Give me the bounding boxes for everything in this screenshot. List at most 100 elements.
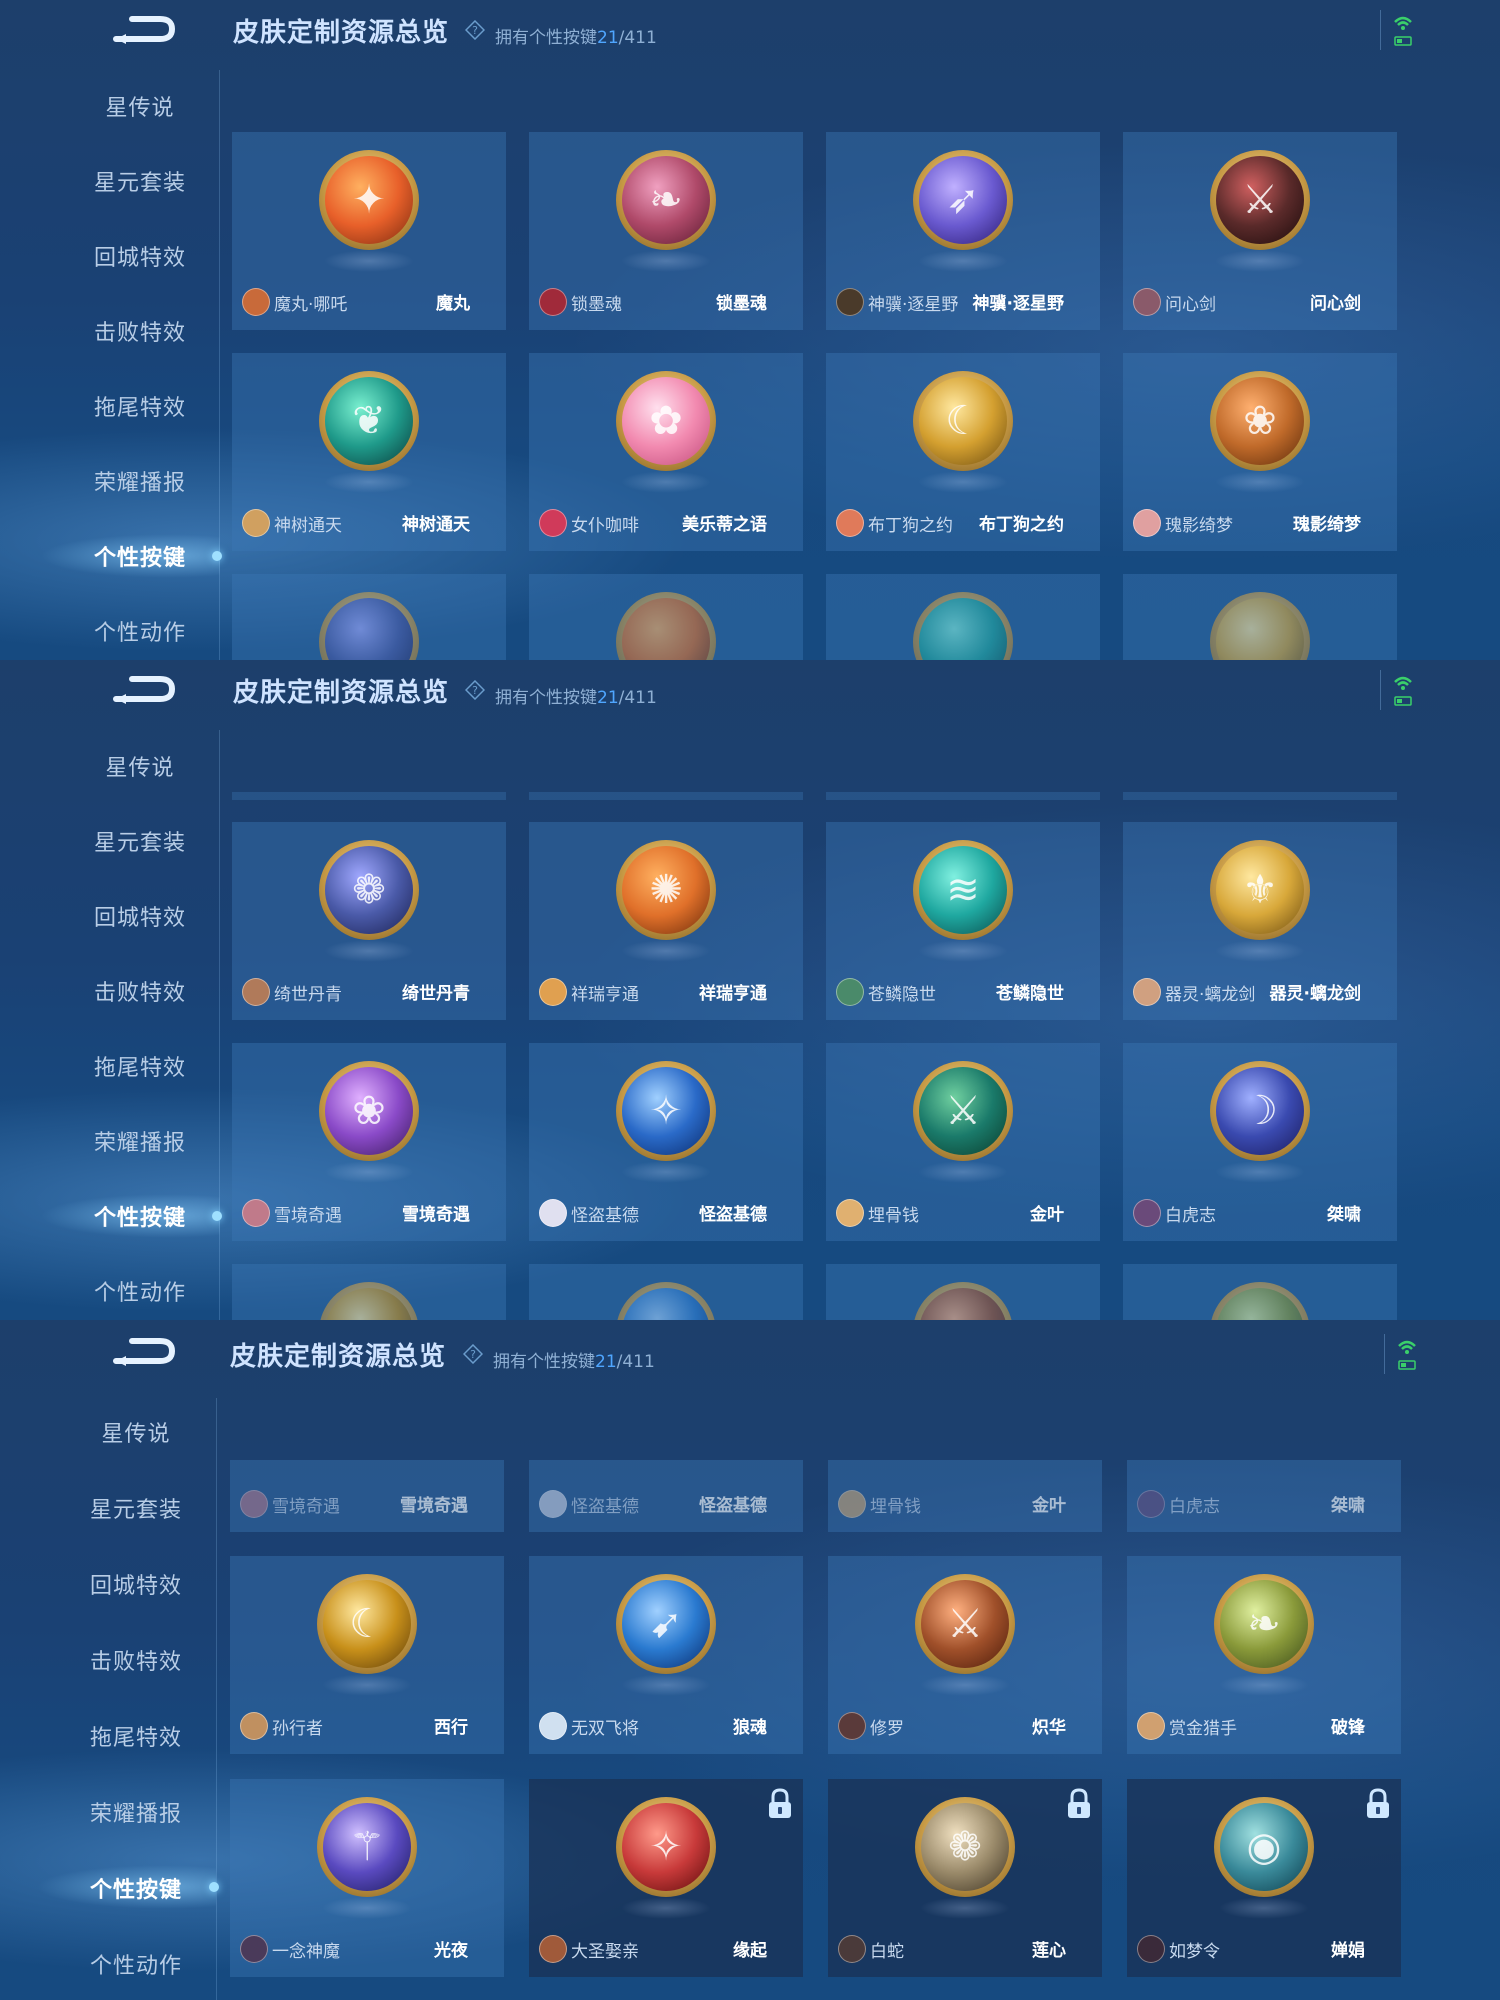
skin-card[interactable]: 怪盗基德 怪盗基德 xyxy=(529,1460,803,1532)
sidebar-item-kill-effect[interactable]: 击败特效 xyxy=(60,315,220,347)
skin-card[interactable]: ➹ 无双飞将 狼魂 xyxy=(529,1556,803,1754)
hero-name: 神树通天 xyxy=(274,516,342,536)
sidebar-item-star-legend[interactable]: 星传说 xyxy=(60,90,220,122)
skin-card[interactable]: ✿ 女仆咖啡 美乐蒂之语 xyxy=(529,353,803,551)
skin-card[interactable]: 埋骨钱 金叶 xyxy=(828,1460,1102,1532)
skin-card[interactable]: ❧ 锁墨魂 锁墨魂 xyxy=(529,132,803,330)
skin-card-locked[interactable]: ❁ 白蛇 莲心 xyxy=(828,1779,1102,1977)
sidebar-item-trail-effect[interactable]: 拖尾特效 xyxy=(60,1050,220,1082)
sidebar-item-custom-button[interactable]: 个性按键 xyxy=(60,540,220,572)
button-skin-icon: ❀ xyxy=(1210,371,1310,471)
skin-card[interactable]: ☽ 白虎志 桀啸 xyxy=(1123,1043,1397,1241)
skin-card[interactable]: ❁ 绮世丹青 绮世丹青 xyxy=(232,822,506,1020)
hero-name: 白虎志 xyxy=(1169,1497,1220,1517)
sidebar-item-kill-effect[interactable]: 击败特效 xyxy=(56,1644,216,1676)
button-skin-icon xyxy=(319,1282,419,1320)
skin-card[interactable]: ≋ 苍鳞隐世 苍鳞隐世 xyxy=(826,822,1100,1020)
skin-card[interactable] xyxy=(232,1264,506,1320)
skin-card[interactable]: ⚜ 器灵·螭龙剑 器灵·螭龙剑 xyxy=(1123,822,1397,1020)
sidebar-item-recall-effect[interactable]: 回城特效 xyxy=(60,240,220,272)
icon-reflection xyxy=(621,1674,711,1696)
skin-name: 神骥·逐星野 xyxy=(972,294,1064,314)
skin-card[interactable]: ❀ 雪境奇遇 雪境奇遇 xyxy=(232,1043,506,1241)
sidebar-item-custom-action[interactable]: 个性动作 xyxy=(60,1275,220,1307)
avatar xyxy=(242,1199,270,1227)
card-edge xyxy=(529,792,803,800)
skin-name: 布丁狗之约 xyxy=(979,515,1064,535)
icon-reflection xyxy=(324,1161,414,1183)
skin-card[interactable]: ✦ 魔丸·哪吒 魔丸 xyxy=(232,132,506,330)
icon-reflection xyxy=(324,940,414,962)
skin-card[interactable]: ❦ 神树通天 神树通天 xyxy=(232,353,506,551)
sidebar-item-trail-effect[interactable]: 拖尾特效 xyxy=(56,1720,216,1752)
back-arrow-icon[interactable] xyxy=(112,12,176,46)
button-skin-icon: ◉ xyxy=(1214,1797,1314,1897)
sidebar-item-custom-button[interactable]: 个性按键 xyxy=(60,1200,220,1232)
skin-card[interactable] xyxy=(529,1264,803,1320)
skin-card[interactable]: 白虎志 桀啸 xyxy=(1127,1460,1401,1532)
skin-card[interactable]: ⚔ 问心剑 问心剑 xyxy=(1123,132,1397,330)
info-icon[interactable]: ? xyxy=(465,20,485,40)
sidebar-item-custom-action[interactable]: 个性动作 xyxy=(60,615,220,647)
sidebar-item-recall-effect[interactable]: 回城特效 xyxy=(56,1568,216,1600)
skin-card[interactable]: ✺ 祥瑞亨通 祥瑞亨通 xyxy=(529,822,803,1020)
icon-reflection xyxy=(1215,1161,1305,1183)
button-skin-icon: ✧ xyxy=(616,1061,716,1161)
owned-count: 拥有个性按键21/411 xyxy=(493,1352,655,1372)
sidebar-item-recall-effect[interactable]: 回城特效 xyxy=(60,900,220,932)
skin-card[interactable]: ⚔ 修罗 炽华 xyxy=(828,1556,1102,1754)
icon-reflection xyxy=(1215,471,1305,493)
sidebar-item-kill-effect[interactable]: 击败特效 xyxy=(60,975,220,1007)
hero-name: 祥瑞亨通 xyxy=(571,985,639,1005)
button-skin-icon: ⚔ xyxy=(913,1061,1013,1161)
sidebar-item-trail-effect[interactable]: 拖尾特效 xyxy=(60,390,220,422)
sidebar-item-star-legend[interactable]: 星传说 xyxy=(60,750,220,782)
icon-reflection xyxy=(322,1674,412,1696)
sidebar-item-star-legend[interactable]: 星传说 xyxy=(56,1416,216,1448)
button-skin-icon: ≋ xyxy=(913,840,1013,940)
avatar xyxy=(240,1712,268,1740)
skin-card[interactable] xyxy=(1123,1264,1397,1320)
skin-card[interactable]: ⚔ 埋骨钱 金叶 xyxy=(826,1043,1100,1241)
button-skin-icon: ☾ xyxy=(913,371,1013,471)
skin-card[interactable]: ❧ 赏金猎手 破锋 xyxy=(1127,1556,1401,1754)
skin-card[interactable] xyxy=(826,574,1100,660)
hero-name: 孙行者 xyxy=(272,1719,323,1739)
skin-card[interactable]: ➶ 神骥·逐星野 神骥·逐星野 xyxy=(826,132,1100,330)
skin-card[interactable] xyxy=(232,574,506,660)
skin-card[interactable]: ☾ 布丁狗之约 布丁狗之约 xyxy=(826,353,1100,551)
sidebar-item-star-suit[interactable]: 星元套装 xyxy=(60,165,220,197)
button-skin-icon: ➶ xyxy=(913,150,1013,250)
back-arrow-icon[interactable] xyxy=(112,1334,176,1368)
skin-card-locked[interactable]: ✧ 大圣娶亲 缘起 xyxy=(529,1779,803,1977)
avatar xyxy=(539,978,567,1006)
skin-card[interactable]: ⚚ 一念神魔 光夜 xyxy=(230,1779,504,1977)
skin-card[interactable] xyxy=(1123,574,1397,660)
lock-icon xyxy=(1068,1788,1090,1818)
sidebar-item-star-suit[interactable]: 星元套装 xyxy=(56,1492,216,1524)
card-edge xyxy=(232,792,506,800)
sidebar-item-custom-button[interactable]: 个性按键 xyxy=(56,1872,216,1904)
skin-card[interactable]: ✧ 怪盗基德 怪盗基德 xyxy=(529,1043,803,1241)
icon-reflection xyxy=(920,1674,1010,1696)
info-icon[interactable]: ? xyxy=(463,1344,483,1364)
skin-card-locked[interactable]: ◉ 如梦令 婵娟 xyxy=(1127,1779,1401,1977)
skin-name: 锁墨魂 xyxy=(716,294,767,314)
hero-name: 问心剑 xyxy=(1165,295,1216,315)
skin-name: 金叶 xyxy=(1030,1205,1064,1225)
button-skin-icon: ❁ xyxy=(319,840,419,940)
sidebar-item-glory-broadcast[interactable]: 荣耀播报 xyxy=(56,1796,216,1828)
sidebar-item-star-suit[interactable]: 星元套装 xyxy=(60,825,220,857)
sidebar-item-glory-broadcast[interactable]: 荣耀播报 xyxy=(60,465,220,497)
back-arrow-icon[interactable] xyxy=(112,672,176,706)
skin-card[interactable]: ☾ 孙行者 西行 xyxy=(230,1556,504,1754)
skin-card[interactable]: ❀ 瑰影绮梦 瑰影绮梦 xyxy=(1123,353,1397,551)
sidebar-item-custom-action[interactable]: 个性动作 xyxy=(56,1948,216,1980)
info-icon[interactable]: ? xyxy=(465,680,485,700)
avatar xyxy=(1133,978,1161,1006)
skin-card[interactable] xyxy=(826,1264,1100,1320)
avatar xyxy=(836,288,864,316)
skin-card[interactable] xyxy=(529,574,803,660)
sidebar-item-glory-broadcast[interactable]: 荣耀播报 xyxy=(60,1125,220,1157)
skin-card[interactable]: 雪境奇遇 雪境奇遇 xyxy=(230,1460,504,1532)
